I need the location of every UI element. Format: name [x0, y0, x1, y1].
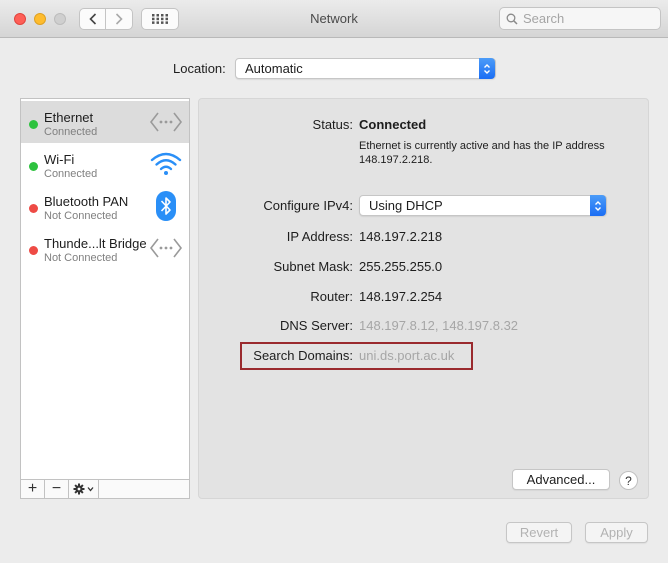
popup-stepper-icon — [590, 195, 606, 216]
ip-address-label: IP Address: — [286, 229, 353, 244]
service-item-bluetooth-pan[interactable]: Bluetooth PAN Not Connected — [21, 185, 189, 227]
location-label: Location: — [173, 61, 226, 76]
search-icon — [506, 13, 518, 25]
gear-icon — [73, 483, 93, 495]
location-value: Automatic — [245, 61, 303, 76]
service-name: Thunde...lt Bridge — [44, 236, 147, 251]
add-label: + — [27, 480, 38, 497]
thunderbolt-bridge-icon — [149, 233, 183, 263]
search-domains-value: uni.ds.port.ac.uk — [359, 348, 455, 363]
status-description: Ethernet is currently active and has the… — [359, 140, 605, 166]
title-bar: Network Search — [0, 0, 668, 38]
popup-stepper-icon — [479, 58, 495, 79]
subnet-mask-label: Subnet Mask: — [273, 259, 354, 274]
service-list: Ethernet Connected Wi-Fi Connected Bluet… — [20, 98, 190, 499]
subnet-mask-value: 255.255.255.0 — [359, 259, 443, 274]
revert-button[interactable]: Revert — [506, 522, 572, 543]
status-value: Connected — [359, 117, 427, 132]
wifi-icon — [149, 149, 183, 179]
service-item-wifi[interactable]: Wi-Fi Connected — [21, 143, 189, 185]
location-popup[interactable]: Automatic — [235, 58, 496, 79]
dns-server-value: 148.197.8.12, 148.197.8.32 — [359, 318, 519, 333]
service-item-thunderbolt-bridge[interactable]: Thunde...lt Bridge Not Connected — [21, 227, 189, 269]
service-item-ethernet[interactable]: Ethernet Connected — [21, 101, 189, 143]
service-status: Not Connected — [44, 252, 118, 264]
apply-button[interactable]: Apply — [585, 522, 648, 543]
search-field[interactable]: Search — [499, 7, 661, 30]
service-name: Ethernet — [44, 110, 94, 125]
configure-ipv4-label: Configure IPv4: — [263, 198, 353, 213]
status-dot-not-connected — [29, 246, 38, 255]
search-domains-label: Search Domains: — [253, 348, 353, 363]
service-status: Connected — [44, 126, 98, 138]
service-name: Wi-Fi — [44, 152, 75, 167]
router-label: Router: — [310, 289, 353, 304]
status-label: Status: — [312, 117, 353, 132]
service-list-toolbar: + − — [20, 479, 190, 499]
router-value: 148.197.2.254 — [359, 289, 443, 304]
status-dot-connected — [29, 162, 38, 171]
status-dot-connected — [29, 120, 38, 129]
advanced-button[interactable]: Advanced... — [512, 469, 610, 490]
ethernet-icon — [149, 107, 183, 137]
remove-service-button[interactable]: − — [45, 480, 69, 498]
service-name: Bluetooth PAN — [44, 194, 129, 209]
remove-label: − — [51, 480, 62, 497]
dns-server-label: DNS Server: — [280, 318, 353, 333]
search-placeholder: Search — [523, 11, 565, 26]
ip-address-value: 148.197.2.218 — [359, 229, 443, 244]
add-service-button[interactable]: + — [21, 480, 45, 498]
service-status: Connected — [44, 168, 98, 180]
bluetooth-icon — [149, 191, 183, 221]
configure-ipv4-value: Using DHCP — [369, 198, 443, 213]
configure-ipv4-popup[interactable]: Using DHCP — [359, 195, 607, 216]
action-menu-button[interactable] — [69, 480, 99, 498]
service-status: Not Connected — [44, 210, 118, 222]
status-dot-not-connected — [29, 204, 38, 213]
help-button[interactable]: ? — [619, 471, 638, 490]
